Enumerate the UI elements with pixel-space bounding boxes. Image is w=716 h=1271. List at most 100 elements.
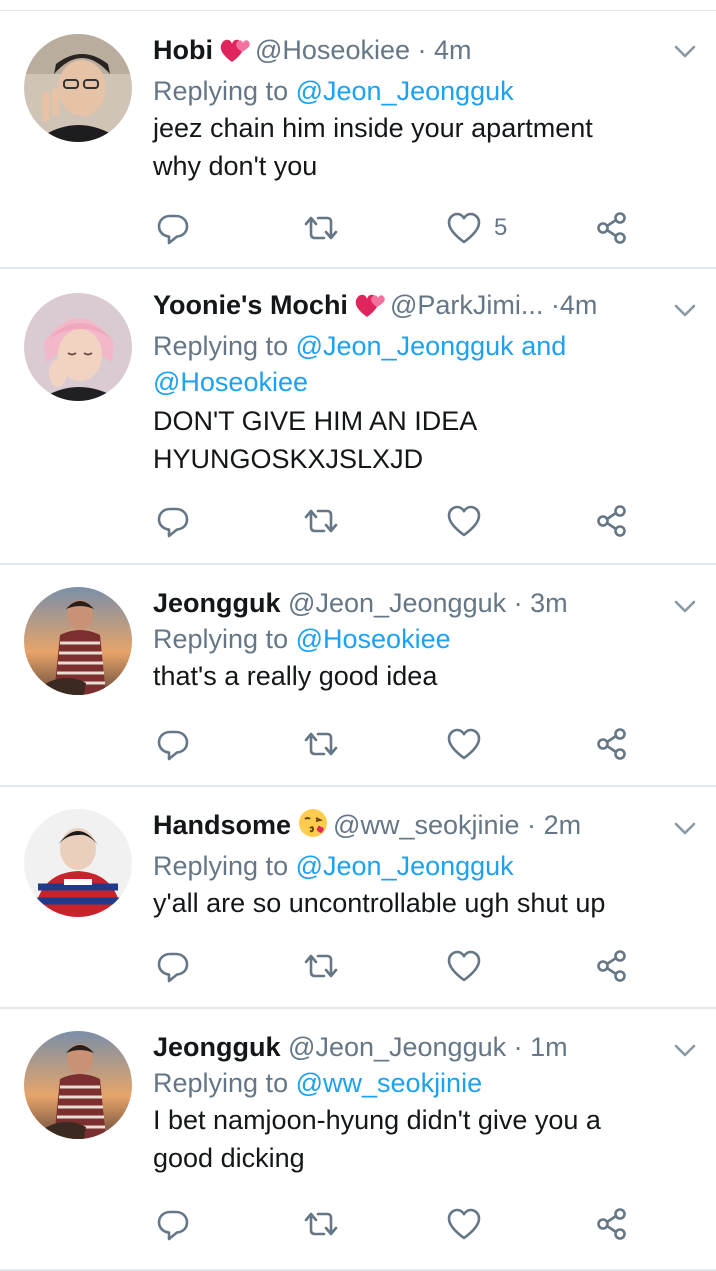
avatar[interactable] xyxy=(24,34,132,142)
share-icon xyxy=(597,1208,626,1240)
like-button[interactable] xyxy=(446,503,482,539)
tweet[interactable]: Hobi @Hoseokiee · 4m Replying to @Jeon_Je… xyxy=(0,10,716,269)
retweet-button[interactable] xyxy=(301,948,341,984)
chevron-down-icon[interactable] xyxy=(670,295,700,325)
share-button[interactable] xyxy=(594,503,630,539)
user-handle[interactable]: @Jeon_Jeongguk xyxy=(288,588,506,618)
retweet-button[interactable] xyxy=(301,210,341,246)
avatar-image xyxy=(24,1031,132,1139)
two-hearts-emoji xyxy=(219,36,251,73)
reply-mention-link[interactable]: @Jeon_Jeongguk xyxy=(296,851,514,881)
tweet-text: that's a really good idea xyxy=(153,657,646,695)
user-handle[interactable]: @Jeon_Jeongguk xyxy=(288,1032,506,1062)
reply-context: Replying to @ww_seokjinie xyxy=(153,1065,646,1101)
reply-button[interactable] xyxy=(155,210,191,246)
share-icon xyxy=(597,505,626,537)
reply-mention-link[interactable]: @Hoseokiee xyxy=(296,624,451,654)
reply-prefix: Replying to xyxy=(153,624,289,654)
reply-icon xyxy=(157,214,189,245)
reply-icon xyxy=(157,507,189,538)
reply-button[interactable] xyxy=(155,948,191,984)
display-name[interactable]: Jeongguk xyxy=(153,588,281,618)
retweet-icon xyxy=(304,1212,338,1236)
reply-icon xyxy=(157,952,189,983)
timestamp[interactable]: 4m xyxy=(434,35,472,65)
heart-icon xyxy=(447,1208,481,1240)
display-name[interactable]: Yoonie's Mochi xyxy=(153,290,348,320)
separator-dot: · xyxy=(513,1032,523,1062)
share-button[interactable] xyxy=(594,210,630,246)
share-icon xyxy=(597,212,626,244)
retweet-button[interactable] xyxy=(301,726,341,762)
reply-button[interactable] xyxy=(155,1206,191,1242)
avatar[interactable] xyxy=(24,587,132,695)
reply-mention-link[interactable]: @Jeon_Jeongguk xyxy=(296,76,514,106)
reply-and[interactable]: and xyxy=(521,331,566,361)
avatar[interactable] xyxy=(24,809,132,917)
like-button[interactable] xyxy=(446,948,482,984)
heart-icon xyxy=(447,505,481,537)
share-icon xyxy=(597,728,626,760)
tweet[interactable]: Yoonie's Mochi @ParkJimi... ·4m Replying … xyxy=(0,269,716,565)
chevron-down-icon[interactable] xyxy=(670,813,700,843)
chevron-down-icon[interactable] xyxy=(670,1035,700,1065)
user-handle[interactable]: @ww_seokjinie xyxy=(333,810,519,840)
face-blowing-kiss-emoji xyxy=(297,807,329,848)
user-handle[interactable]: @Hoseokiee xyxy=(255,35,410,65)
avatar-image xyxy=(24,293,132,401)
retweet-icon xyxy=(304,216,338,240)
tweet-text-line: why don't you xyxy=(153,151,318,181)
reply-button[interactable] xyxy=(155,726,191,762)
tweet-text-line: that's a really good idea xyxy=(153,661,438,691)
tweet-header: Hobi @Hoseokiee · 4m xyxy=(153,32,646,73)
timestamp[interactable]: 2m xyxy=(544,810,582,840)
timestamp[interactable]: 3m xyxy=(530,588,568,618)
tweet-text: jeez chain him inside your apartment why… xyxy=(153,109,646,185)
reply-button[interactable] xyxy=(155,503,191,539)
timestamp[interactable]: 1m xyxy=(530,1032,568,1062)
tweet-text-line: DON'T GIVE HIM AN IDEA xyxy=(153,406,478,436)
share-button[interactable] xyxy=(594,726,630,762)
tweet-text-line: jeez chain him inside your apartment xyxy=(153,113,593,143)
tweet-header: Yoonie's Mochi @ParkJimi... ·4m xyxy=(153,287,646,328)
heart-icon xyxy=(447,950,481,982)
reply-icon xyxy=(157,1210,189,1241)
tweet-text: DON'T GIVE HIM AN IDEA HYUNGOSKXJSLXJD xyxy=(153,402,646,478)
share-button[interactable] xyxy=(594,948,630,984)
reply-mention-link[interactable]: @Jeon_Jeongguk xyxy=(296,331,514,361)
tweet[interactable]: Handsome @ww_seokjinie · 2m Replying to @… xyxy=(0,787,716,1009)
chevron-down-icon[interactable] xyxy=(670,591,700,621)
tweet-header: Jeongguk @Jeon_Jeongguk · 3m xyxy=(153,585,646,621)
retweet-button[interactable] xyxy=(301,503,341,539)
tweet-header: Jeongguk @Jeon_Jeongguk · 1m xyxy=(153,1029,646,1065)
display-name[interactable]: Handsome xyxy=(153,810,291,840)
reply-mention-link[interactable]: @ww_seokjinie xyxy=(296,1068,482,1098)
like-button[interactable] xyxy=(446,210,482,246)
like-button[interactable] xyxy=(446,726,482,762)
separator-dot: · xyxy=(550,290,560,320)
tweet[interactable]: Jeongguk @Jeon_Jeongguk · 3m Replying to… xyxy=(0,565,716,787)
retweet-icon xyxy=(304,509,338,533)
user-handle[interactable]: @ParkJimi... xyxy=(390,287,543,323)
like-button[interactable] xyxy=(446,1206,482,1242)
separator-dot: · xyxy=(417,35,427,65)
reply-mention-link[interactable]: @Hoseokiee xyxy=(153,367,308,397)
chevron-down-icon[interactable] xyxy=(670,36,700,66)
like-count: 5 xyxy=(494,214,508,241)
heart-icon xyxy=(447,728,481,760)
display-name[interactable]: Hobi xyxy=(153,35,213,65)
avatar[interactable] xyxy=(24,293,132,401)
separator-dot: · xyxy=(513,588,523,618)
tweet[interactable]: Jeongguk @Jeon_Jeongguk · 1m Replying to… xyxy=(0,1009,716,1271)
retweet-button[interactable] xyxy=(301,1206,341,1242)
retweet-icon xyxy=(304,732,338,756)
timestamp[interactable]: 4m xyxy=(560,290,598,320)
tweet-text-line: I bet namjoon-hyung didn't give you a xyxy=(153,1105,601,1135)
avatar[interactable] xyxy=(24,1031,132,1139)
reply-context: Replying to @Jeon_Jeongguk xyxy=(153,848,646,884)
tweet-text: y'all are so uncontrollable ugh shut up xyxy=(153,884,646,922)
share-icon xyxy=(597,950,626,982)
tweet-text-line: good dicking xyxy=(153,1143,305,1173)
display-name[interactable]: Jeongguk xyxy=(153,1032,281,1062)
share-button[interactable] xyxy=(594,1206,630,1242)
